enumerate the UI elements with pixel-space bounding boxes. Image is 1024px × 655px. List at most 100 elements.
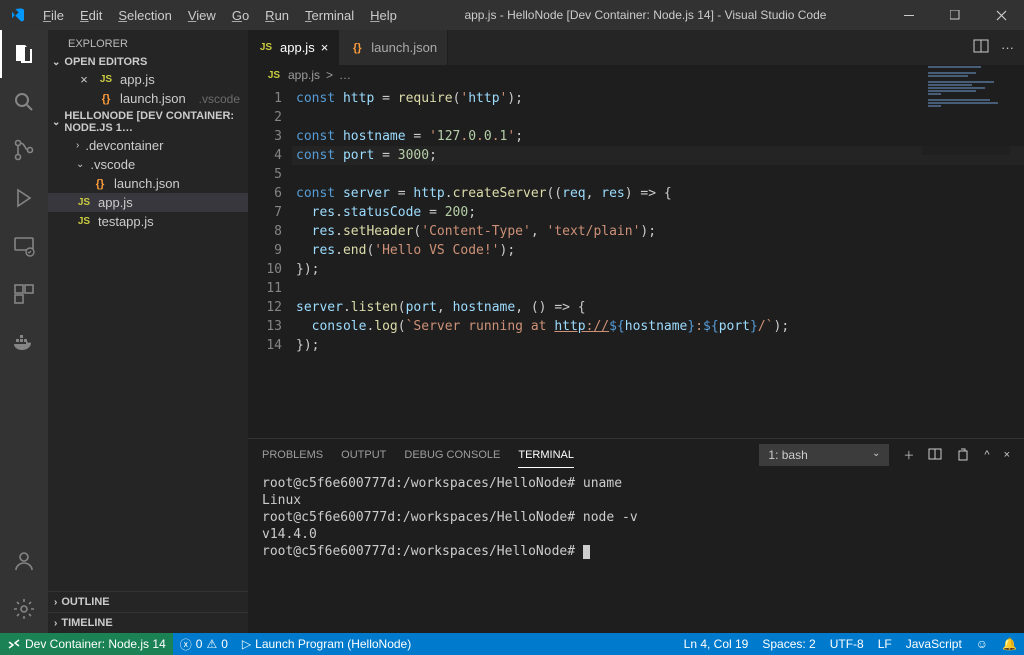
workspace-header[interactable]: ⌄ HELLONODE [DEV CONTAINER: NODE.JS 1…	[48, 108, 248, 136]
menu-edit[interactable]: Edit	[72, 8, 110, 23]
activity-extensions[interactable]	[0, 270, 48, 318]
tree-label: .vscode	[90, 157, 240, 172]
remote-icon	[7, 637, 21, 651]
open-editor-meta: .vscode	[199, 92, 240, 106]
breadcrumb-rest: …	[339, 68, 351, 82]
outline-label: OUTLINE	[61, 596, 109, 608]
json-file-icon: {}	[349, 42, 365, 54]
play-icon: ▷	[242, 637, 251, 651]
split-terminal-icon[interactable]	[928, 447, 942, 464]
activity-explorer[interactable]	[0, 30, 48, 78]
activity-docker[interactable]	[0, 318, 48, 366]
menu-run[interactable]: Run	[257, 8, 297, 23]
json-file-icon: {}	[98, 93, 114, 105]
chevron-down-icon: ⌄	[872, 448, 880, 459]
status-feedback-icon[interactable]: ☺	[969, 633, 995, 655]
sidebar: EXPLORER ⌄ OPEN EDITORS × JS app.js {} l…	[48, 30, 248, 633]
sidebar-title: EXPLORER	[48, 30, 248, 54]
timeline-label: TIMELINE	[61, 617, 112, 629]
panel-tab-terminal[interactable]: TERMINAL	[518, 443, 574, 468]
menu-file[interactable]: File	[35, 8, 72, 23]
timeline-section[interactable]: › TIMELINE	[48, 612, 248, 633]
file-tree: › .devcontainer ⌄ .vscode {} launch.json…	[48, 136, 248, 231]
open-editors-list: × JS app.js {} launch.json .vscode	[48, 70, 248, 108]
outline-section[interactable]: › OUTLINE	[48, 591, 248, 612]
tree-file[interactable]: {} launch.json	[48, 174, 248, 193]
tree-label: testapp.js	[98, 214, 240, 229]
status-lncol[interactable]: Ln 4, Col 19	[677, 633, 756, 655]
json-file-icon: {}	[92, 178, 108, 190]
code-editor[interactable]: 1234567891011121314 const http = require…	[248, 85, 1024, 438]
activity-account[interactable]	[0, 537, 48, 585]
maximize-button[interactable]	[932, 0, 978, 30]
js-file-icon: JS	[258, 42, 274, 53]
chevron-right-icon: ›	[54, 618, 57, 629]
status-errors[interactable]: ⓧ0 ⚠0	[173, 633, 235, 655]
close-icon[interactable]	[76, 91, 92, 106]
open-editor-item[interactable]: × JS app.js	[48, 70, 248, 89]
menu-terminal[interactable]: Terminal	[297, 8, 362, 23]
menu-go[interactable]: Go	[224, 8, 257, 23]
tree-folder[interactable]: › .devcontainer	[48, 136, 248, 155]
activity-search[interactable]	[0, 78, 48, 126]
js-file-icon: JS	[76, 216, 92, 227]
code-content[interactable]: const http = require('http');const hostn…	[292, 85, 1024, 438]
editor-area: JS app.js × {} launch.json ··· JS app.js…	[248, 30, 1024, 633]
more-icon[interactable]: ···	[1001, 40, 1014, 55]
status-language[interactable]: JavaScript	[899, 633, 969, 655]
maximize-panel-icon[interactable]: ^	[984, 449, 989, 461]
js-file-icon: JS	[76, 197, 92, 208]
status-remote[interactable]: Dev Container: Node.js 14	[0, 633, 173, 655]
minimap[interactable]	[922, 65, 1010, 155]
status-spaces[interactable]: Spaces: 2	[755, 633, 822, 655]
status-launch[interactable]: ▷ Launch Program (HelloNode)	[235, 633, 418, 655]
panel-tab-bar: PROBLEMS OUTPUT DEBUG CONSOLE TERMINAL 1…	[248, 439, 1024, 471]
activity-run[interactable]	[0, 174, 48, 222]
panel: PROBLEMS OUTPUT DEBUG CONSOLE TERMINAL 1…	[248, 438, 1024, 633]
split-editor-icon[interactable]	[973, 38, 989, 57]
panel-tab-output[interactable]: OUTPUT	[341, 443, 386, 467]
panel-tab-debugconsole[interactable]: DEBUG CONSOLE	[404, 443, 500, 467]
chevron-down-icon: ⌄	[52, 57, 60, 68]
menu-selection[interactable]: Selection	[110, 8, 179, 23]
terminal-body[interactable]: root@c5f6e600777d:/workspaces/HelloNode#…	[248, 471, 1024, 633]
open-editor-item[interactable]: {} launch.json .vscode	[48, 89, 248, 108]
tree-file[interactable]: JS testapp.js	[48, 212, 248, 231]
tab-app-js[interactable]: JS app.js ×	[248, 30, 339, 65]
tree-folder[interactable]: ⌄ .vscode	[48, 155, 248, 174]
tab-launch-json[interactable]: {} launch.json	[339, 30, 448, 65]
window-title: app.js - HelloNode [Dev Container: Node.…	[405, 8, 886, 22]
close-button[interactable]	[978, 0, 1024, 30]
chevron-right-icon: ›	[54, 597, 57, 608]
open-editors-label: OPEN EDITORS	[64, 56, 147, 68]
activity-scm[interactable]	[0, 126, 48, 174]
breadcrumb[interactable]: JS app.js > …	[248, 65, 1024, 85]
minimize-button[interactable]	[886, 0, 932, 30]
breadcrumb-sep: >	[326, 68, 333, 82]
terminal-selector-label: 1: bash	[768, 448, 807, 462]
status-encoding[interactable]: UTF-8	[823, 633, 871, 655]
line-gutter: 1234567891011121314	[248, 85, 292, 438]
status-bar: Dev Container: Node.js 14 ⓧ0 ⚠0 ▷ Launch…	[0, 633, 1024, 655]
status-bell-icon[interactable]: 🔔	[995, 633, 1024, 655]
tree-file[interactable]: JS app.js	[48, 193, 248, 212]
menu-view[interactable]: View	[180, 8, 224, 23]
status-eol[interactable]: LF	[871, 633, 899, 655]
terminal-selector[interactable]: 1: bash ⌄	[759, 444, 889, 466]
close-icon[interactable]: ×	[321, 40, 329, 55]
tree-label: .devcontainer	[85, 138, 240, 153]
open-editors-header[interactable]: ⌄ OPEN EDITORS	[48, 54, 248, 70]
window-controls	[886, 0, 1024, 30]
kill-terminal-icon[interactable]	[956, 447, 970, 464]
activity-remote-explorer[interactable]	[0, 222, 48, 270]
close-icon[interactable]: ×	[76, 72, 92, 87]
js-file-icon: JS	[266, 70, 282, 81]
menu-help[interactable]: Help	[362, 8, 405, 23]
panel-tab-problems[interactable]: PROBLEMS	[262, 443, 323, 467]
new-terminal-icon[interactable]: ＋	[903, 447, 914, 463]
close-panel-icon[interactable]: ×	[1004, 449, 1010, 461]
status-remote-label: Dev Container: Node.js 14	[25, 637, 166, 651]
open-editor-label: app.js	[120, 72, 240, 87]
tree-label: app.js	[98, 195, 240, 210]
activity-settings[interactable]	[0, 585, 48, 633]
